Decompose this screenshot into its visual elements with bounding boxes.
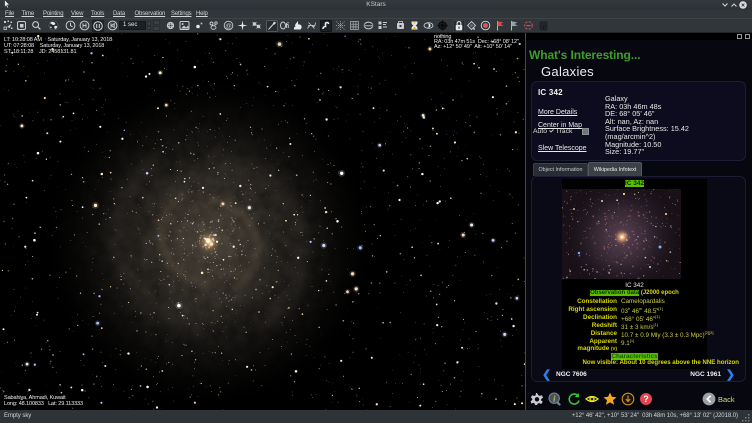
svg-text:?: ? [643,394,649,404]
svg-text:@: @ [225,23,232,30]
